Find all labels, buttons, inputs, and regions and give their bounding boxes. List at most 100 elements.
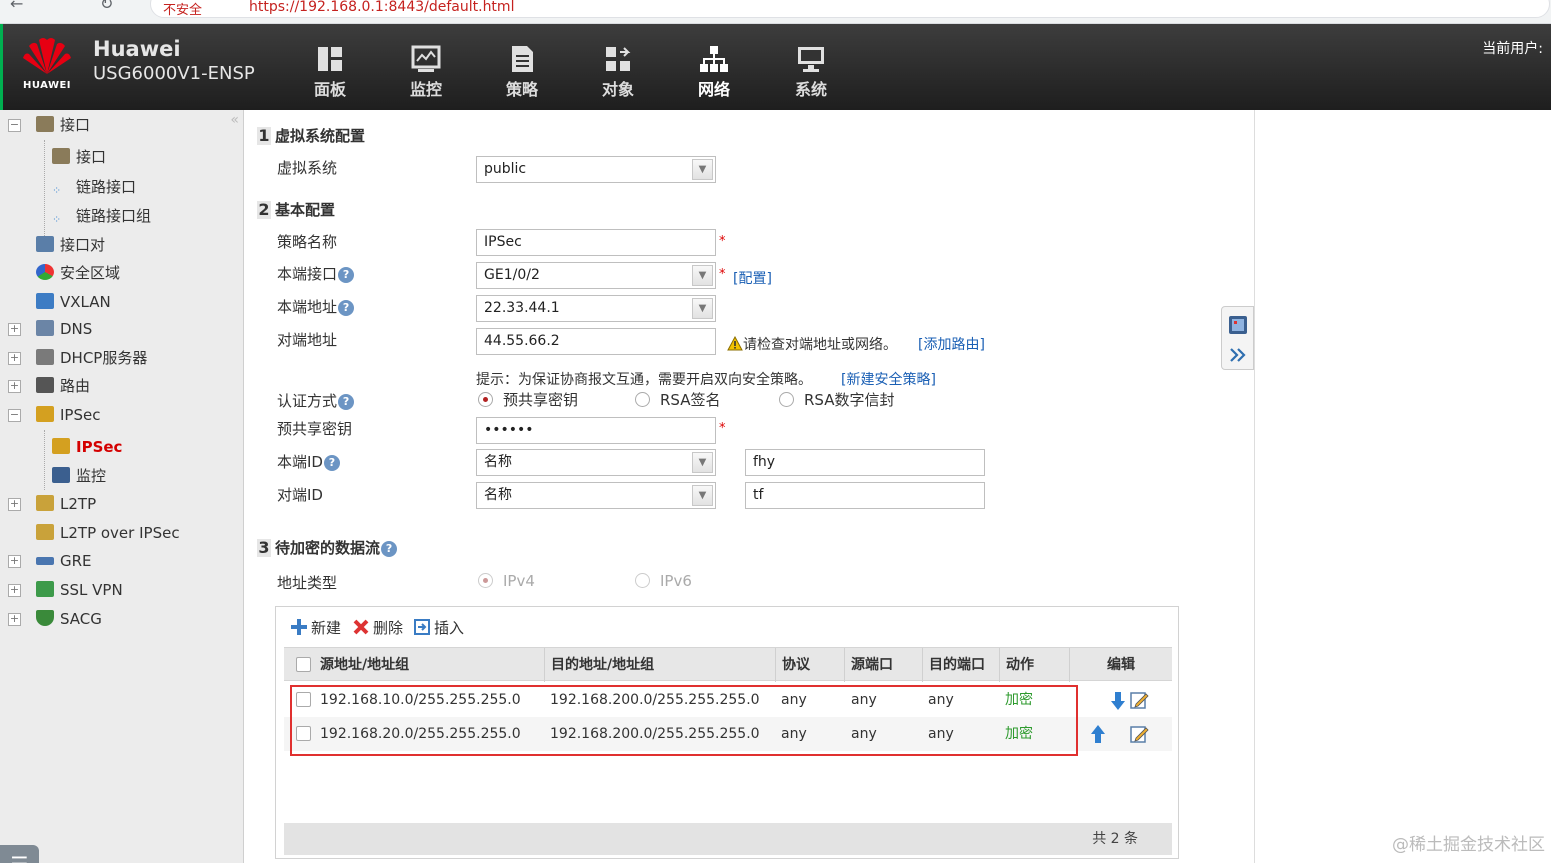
sidebar-item-vxlan[interactable]: VXLAN bbox=[36, 290, 111, 314]
col-dest-port[interactable]: 目的端口 bbox=[922, 648, 985, 682]
system-icon bbox=[798, 47, 824, 72]
col-destination[interactable]: 目的地址/地址组 bbox=[544, 648, 654, 682]
chevron-down-icon[interactable]: ▼ bbox=[692, 159, 713, 180]
sidebar-item-ipsec-group[interactable]: − IPSec bbox=[8, 403, 100, 427]
insert-button[interactable]: 插入 bbox=[413, 617, 464, 638]
local-id-input[interactable]: fhy bbox=[745, 449, 985, 476]
sidebar-item-dhcp-server[interactable]: + DHCP服务器 bbox=[8, 346, 148, 370]
tools-icon[interactable] bbox=[1228, 315, 1248, 335]
help-icon[interactable]: ? bbox=[338, 300, 355, 316]
nav-network[interactable]: 网络 bbox=[684, 44, 744, 100]
section-dataflow-title: 3 待加密的数据流? bbox=[257, 537, 398, 558]
double-chevron-right-icon[interactable] bbox=[1229, 347, 1247, 363]
monitor-icon bbox=[411, 45, 441, 72]
side-float-panel[interactable] bbox=[1221, 306, 1254, 370]
expand-toggle-icon[interactable]: + bbox=[8, 323, 21, 336]
url-text[interactable]: https://192.168.0.1:8443/default.html bbox=[249, 0, 514, 15]
sidebar-item-security-zone[interactable]: 安全区域 bbox=[36, 261, 120, 285]
nav-policy[interactable]: 策略 bbox=[492, 44, 552, 100]
sidebar-item-label: VXLAN bbox=[60, 293, 111, 311]
peer-address-input[interactable]: 44.55.66.2 bbox=[476, 328, 716, 355]
new-button[interactable]: 新建 bbox=[290, 617, 341, 638]
policy-name-input[interactable]: IPSec bbox=[476, 229, 716, 256]
sidebar-item-interface-group[interactable]: − 接口 bbox=[8, 113, 90, 137]
sidebar-item-l2tp[interactable]: + L2TP bbox=[8, 492, 96, 516]
sidebar-item-ssl-vpn[interactable]: + SSL VPN bbox=[8, 578, 123, 602]
address-bar[interactable]: 不安全 https://192.168.0.1:8443/default.htm… bbox=[150, 0, 1550, 18]
vsys-select[interactable]: public ▼ bbox=[476, 156, 716, 183]
sidebar-item-ipsec-monitor[interactable]: 监控 bbox=[52, 464, 106, 488]
insecure-label[interactable]: 不安全 bbox=[163, 0, 202, 18]
expand-toggle-icon[interactable]: + bbox=[8, 613, 21, 626]
radio-icon[interactable] bbox=[635, 392, 650, 407]
sidebar-item-l2tp-over-ipsec[interactable]: L2TP over IPSec bbox=[36, 521, 180, 545]
collapse-toggle-icon[interactable]: − bbox=[8, 119, 21, 132]
local-interface-select[interactable]: GE1/0/2 ▼ bbox=[476, 262, 716, 289]
expand-toggle-icon[interactable]: + bbox=[8, 584, 21, 597]
sidebar-item-interface[interactable]: 接口 bbox=[52, 145, 106, 169]
sidebar-item-link-interface[interactable]: ⁘ 链路接口 bbox=[52, 175, 136, 199]
address-type-ipv6-radio[interactable]: IPv6 bbox=[635, 572, 692, 590]
local-interface-label: 本端接口? bbox=[277, 263, 355, 284]
select-all-checkbox[interactable] bbox=[296, 657, 311, 672]
col-source-port[interactable]: 源端口 bbox=[844, 648, 893, 682]
expand-toggle-icon[interactable]: + bbox=[8, 498, 21, 511]
sidebar-item-router[interactable]: + 路由 bbox=[8, 374, 90, 398]
auth-rsa-envelope-radio[interactable]: RSA数字信封 bbox=[779, 389, 894, 410]
delete-button[interactable]: 删除 bbox=[352, 617, 403, 638]
back-icon[interactable]: ← bbox=[10, 0, 23, 13]
edit-icon[interactable] bbox=[1130, 725, 1150, 743]
move-up-icon[interactable] bbox=[1090, 724, 1106, 744]
collapse-toggle-icon[interactable]: − bbox=[8, 409, 21, 422]
sidebar-item-interface-pair[interactable]: 接口对 bbox=[36, 233, 105, 257]
address-type-ipv4-radio[interactable]: IPv4 bbox=[478, 572, 535, 590]
auth-rsa-sign-radio[interactable]: RSA签名 bbox=[635, 389, 720, 410]
reload-icon[interactable]: ↻ bbox=[100, 0, 113, 13]
chevron-down-icon[interactable]: ▼ bbox=[692, 265, 713, 286]
ipsec-icon bbox=[52, 438, 70, 454]
sidebar-item-label: DHCP服务器 bbox=[60, 349, 148, 367]
help-icon[interactable]: ? bbox=[338, 394, 355, 410]
nav-dashboard[interactable]: 面板 bbox=[300, 44, 360, 100]
radio-icon[interactable] bbox=[635, 573, 650, 588]
add-route-link[interactable]: [添加路由] bbox=[918, 334, 985, 354]
help-icon[interactable]: ? bbox=[323, 455, 340, 471]
configure-interface-link[interactable]: [配置] bbox=[733, 268, 772, 288]
radio-selected-icon[interactable] bbox=[478, 392, 493, 407]
chevron-down-icon[interactable]: ▼ bbox=[692, 485, 713, 506]
psk-input[interactable]: •••••• bbox=[476, 417, 716, 444]
radio-selected-icon[interactable] bbox=[478, 573, 493, 588]
sidebar-item-sacg[interactable]: + SACG bbox=[8, 607, 102, 631]
move-down-icon[interactable] bbox=[1110, 691, 1126, 711]
chevron-down-icon[interactable]: ▼ bbox=[692, 452, 713, 473]
nav-monitor[interactable]: 监控 bbox=[396, 44, 456, 100]
col-source[interactable]: 源地址/地址组 bbox=[314, 648, 409, 682]
l2tp-icon bbox=[36, 495, 54, 511]
nav-object[interactable]: 对象 bbox=[588, 44, 648, 100]
col-action[interactable]: 动作 bbox=[999, 648, 1034, 682]
new-security-policy-link[interactable]: [新建安全策略] bbox=[841, 369, 936, 389]
sidebar-collapse-icon[interactable]: « bbox=[230, 112, 239, 128]
local-address-select[interactable]: 22.33.44.1 ▼ bbox=[476, 295, 716, 322]
chevron-down-icon[interactable]: ▼ bbox=[692, 298, 713, 319]
edit-icon[interactable] bbox=[1130, 691, 1150, 709]
local-id-type-select[interactable]: 名称 ▼ bbox=[476, 449, 716, 476]
sidebar-nav: « − 接口 接口 ⁘ 链路接口 ⁘ 链路接口组 接口对 安全区域 VXLAN + … bbox=[0, 110, 244, 863]
expand-toggle-icon[interactable]: + bbox=[8, 352, 21, 365]
peer-id-type-select[interactable]: 名称 ▼ bbox=[476, 482, 716, 509]
sidebar-item-gre[interactable]: + GRE bbox=[8, 549, 92, 573]
sidebar-item-link-interface-group[interactable]: ⁘ 链路接口组 bbox=[52, 204, 151, 228]
sidebar-item-dns[interactable]: + DNS bbox=[8, 317, 92, 341]
expand-toggle-icon[interactable]: + bbox=[8, 555, 21, 568]
expand-toggle-icon[interactable]: + bbox=[8, 380, 21, 393]
help-icon[interactable]: ? bbox=[381, 541, 398, 557]
radio-icon[interactable] bbox=[779, 392, 794, 407]
auth-psk-radio[interactable]: 预共享密钥 bbox=[478, 389, 578, 410]
nav-system[interactable]: 系统 bbox=[781, 44, 841, 100]
peer-id-input[interactable]: tf bbox=[745, 482, 985, 509]
menu-toggle-button[interactable]: ☰ bbox=[0, 845, 39, 863]
sidebar-item-ipsec[interactable]: IPSec bbox=[52, 435, 122, 459]
logo-text: HUAWEI bbox=[22, 80, 72, 91]
help-icon[interactable]: ? bbox=[338, 267, 355, 283]
col-protocol[interactable]: 协议 bbox=[775, 648, 810, 682]
